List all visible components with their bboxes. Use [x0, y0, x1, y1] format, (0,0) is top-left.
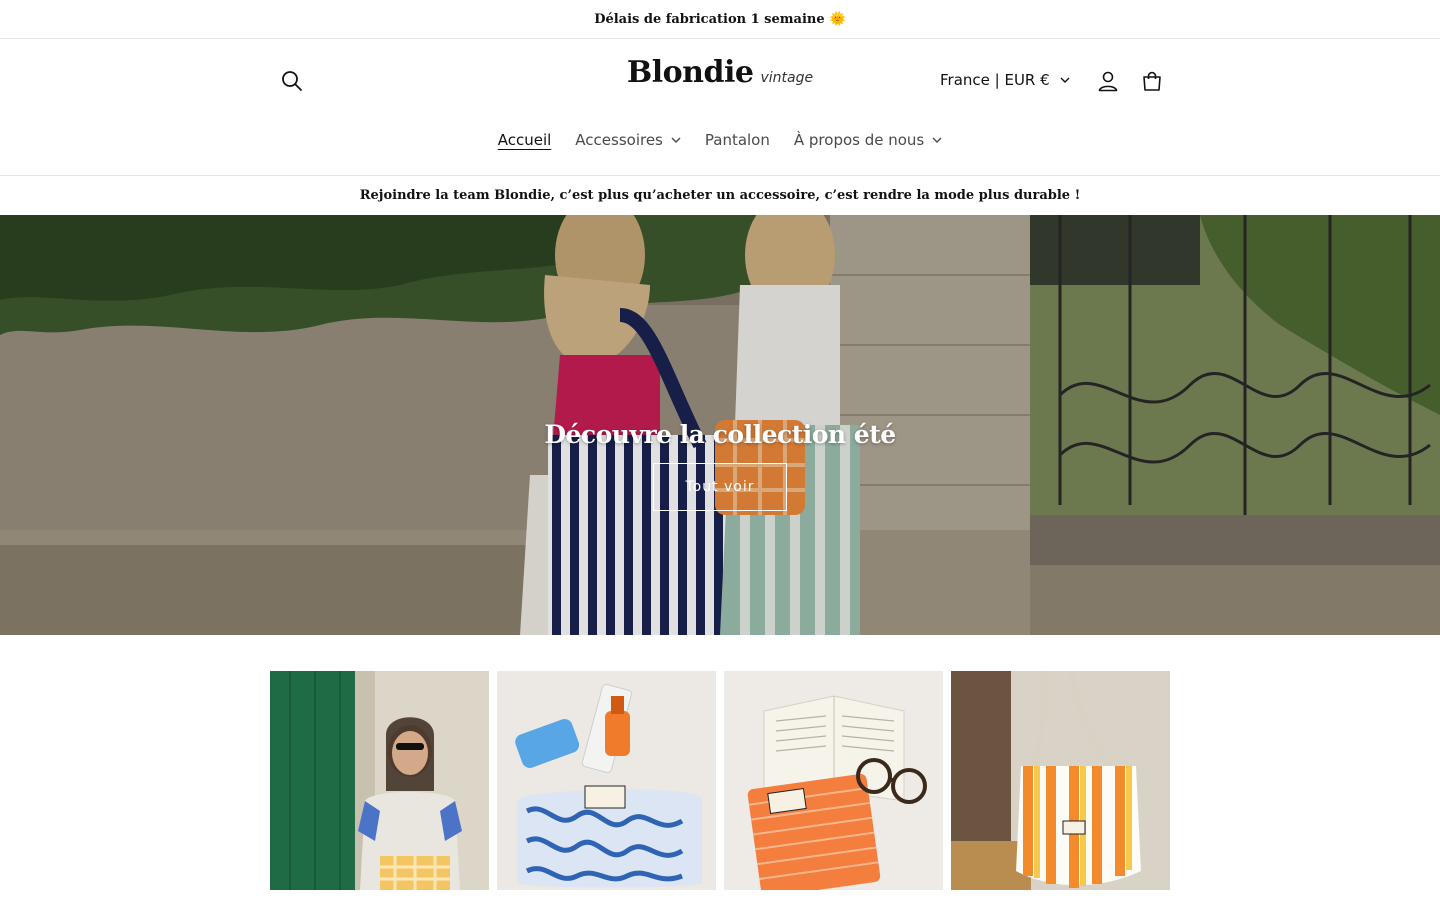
cart-icon: [1143, 71, 1161, 91]
chevron-down-icon: [671, 137, 681, 144]
account-icon: [1098, 71, 1118, 92]
collection-image-orange-book-cover: [724, 671, 943, 890]
country-selector-label: France | EUR €: [940, 71, 1050, 89]
country-selector[interactable]: France | EUR €: [940, 65, 1070, 95]
tagline-bar: Rejoindre la team Blondie, c’est plus qu…: [0, 176, 1440, 215]
nav-item-accueil[interactable]: Accueil: [486, 131, 564, 149]
view-all-button[interactable]: Tout voir: [653, 462, 787, 511]
chevron-down-icon: [932, 137, 942, 144]
nav-item-accessoires[interactable]: Accessoires: [563, 131, 693, 149]
hero-content: Découvre la collection été Tout voir: [0, 215, 1440, 635]
chevron-down-icon: [1060, 77, 1070, 84]
hero-title: Découvre la collection été: [544, 419, 896, 449]
nav-item-label: Pantalon: [704, 131, 770, 149]
collection-tile[interactable]: [951, 671, 1170, 890]
logo-sub-text: vintage: [760, 70, 814, 86]
sun-emoji-icon: 🌞: [829, 11, 846, 27]
collection-grid: [270, 671, 1170, 890]
collection-tile[interactable]: [724, 671, 943, 890]
nav-item-label: Accueil: [497, 131, 552, 149]
nav-item-label: Accessoires: [575, 131, 663, 149]
nav-item-pantalon[interactable]: Pantalon: [693, 131, 782, 149]
collection-image-blue-pouch: [497, 671, 716, 890]
account-button[interactable]: [1086, 59, 1130, 103]
site-header: Blondie vintage France | EUR € Accueil A…: [0, 39, 1440, 176]
cart-button[interactable]: [1130, 59, 1174, 103]
collection-image-woman-green-door: [270, 671, 489, 890]
main-nav: Accueil Accessoires Pantalon À propos de…: [0, 125, 1440, 155]
tagline-text: Rejoindre la team Blondie, c’est plus qu…: [359, 188, 1081, 203]
hero-banner: Découvre la collection été Tout voir: [0, 215, 1440, 635]
logo[interactable]: Blondie vintage: [600, 55, 840, 105]
logo-main-text: Blondie: [626, 55, 754, 90]
nav-item-a-propos[interactable]: À propos de nous: [782, 131, 954, 149]
collection-tile[interactable]: [270, 671, 489, 890]
announcement-bar: Délais de fabrication 1 semaine 🌞: [0, 0, 1440, 39]
collection-image-striped-tote: [951, 671, 1170, 890]
nav-item-label: À propos de nous: [793, 131, 925, 149]
announcement-text: Délais de fabrication 1 semaine: [594, 11, 825, 27]
search-button[interactable]: [270, 59, 314, 103]
collection-tile[interactable]: [497, 671, 716, 890]
search-icon: [282, 71, 302, 91]
